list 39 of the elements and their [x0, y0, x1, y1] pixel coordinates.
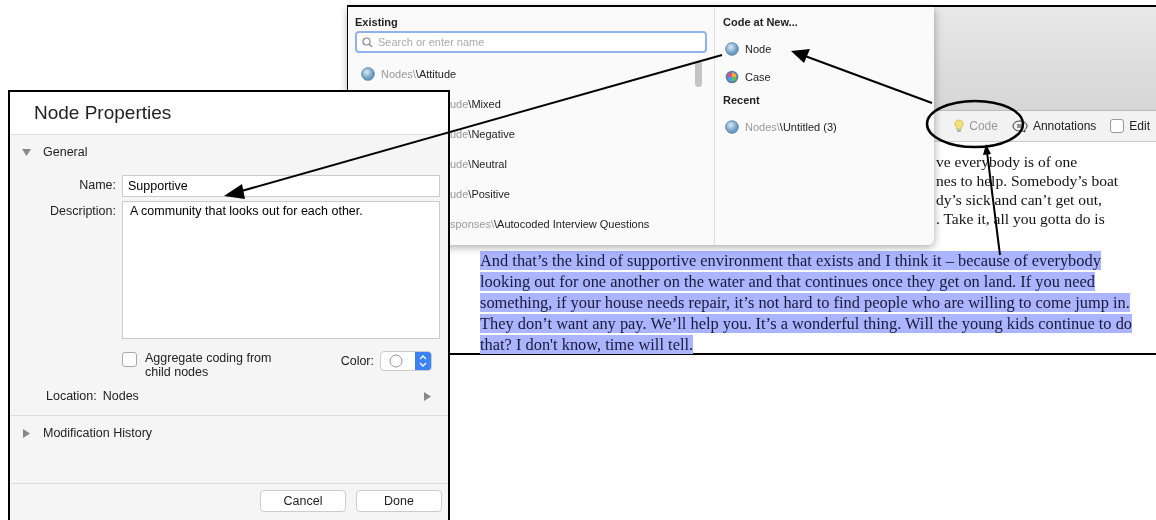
disclosure-triangle-icon: [22, 147, 31, 157]
recent-item[interactable]: Nodes\\Untitled (3): [723, 113, 926, 141]
location-value: Nodes: [102, 389, 140, 403]
color-picker[interactable]: [380, 351, 432, 371]
dialog-title: Node Properties: [10, 92, 448, 135]
disclosure-triangle-icon: [22, 428, 31, 438]
new-item-option[interactable]: Case: [723, 63, 926, 91]
location-arrow-icon: [423, 391, 432, 401]
new-item-option[interactable]: Node: [723, 35, 926, 63]
lightbulb-icon: [954, 119, 965, 133]
dialog-button[interactable]: Done: [356, 490, 442, 512]
existing-heading: Existing: [355, 15, 399, 30]
edit-checkbox[interactable]: Edit: [1110, 119, 1150, 133]
scrollbar-thumb[interactable]: [695, 61, 702, 87]
section-header[interactable]: Modification History: [10, 416, 165, 450]
color-label: Color:: [340, 354, 374, 368]
search-icon: [362, 36, 373, 48]
dialog-button[interactable]: Cancel: [260, 490, 346, 512]
name-field[interactable]: Supportive: [122, 175, 440, 197]
location-label: Location:: [46, 389, 97, 403]
document-text-line: dy’s sick and can’t get out,: [936, 190, 1103, 209]
speech-bubble-icon: [1011, 119, 1028, 133]
color-swatch-icon: [389, 354, 403, 368]
aggregate-checkbox[interactable]: Aggregate coding from child nodes: [122, 351, 282, 379]
case-icon: [725, 70, 739, 84]
node-icon: [725, 42, 739, 56]
code-at-new-heading: Code at New...: [723, 15, 799, 30]
node-icon: [725, 120, 739, 134]
annotations-button[interactable]: Annotations: [1011, 119, 1097, 133]
description-label: Description:: [49, 203, 116, 218]
stepper-arrows-icon: [415, 352, 431, 370]
recent-heading: Recent: [723, 93, 761, 108]
node-icon: [361, 67, 375, 81]
node-list-item[interactable]: Nodes\\Attitude: [355, 59, 695, 89]
description-field[interactable]: A community that looks out for each other.: [122, 201, 440, 339]
highlighted-paragraph: And that’s the kind of supportive environment that exists and I think it – because of everybody looking out for one another on the water and that continues once they get on land. If you need something, if your house needs repair, it’s not hard to find people who are willing to come jump in. They don’t want any pay. We’ll help you. It’s a wonderful thing. Will the young kids continue to do that? I don't know, time will tell.: [480, 250, 1134, 355]
section-header[interactable]: General: [10, 135, 100, 169]
search-field[interactable]: Search or enter name: [355, 31, 707, 53]
name-label: Name:: [78, 177, 116, 192]
